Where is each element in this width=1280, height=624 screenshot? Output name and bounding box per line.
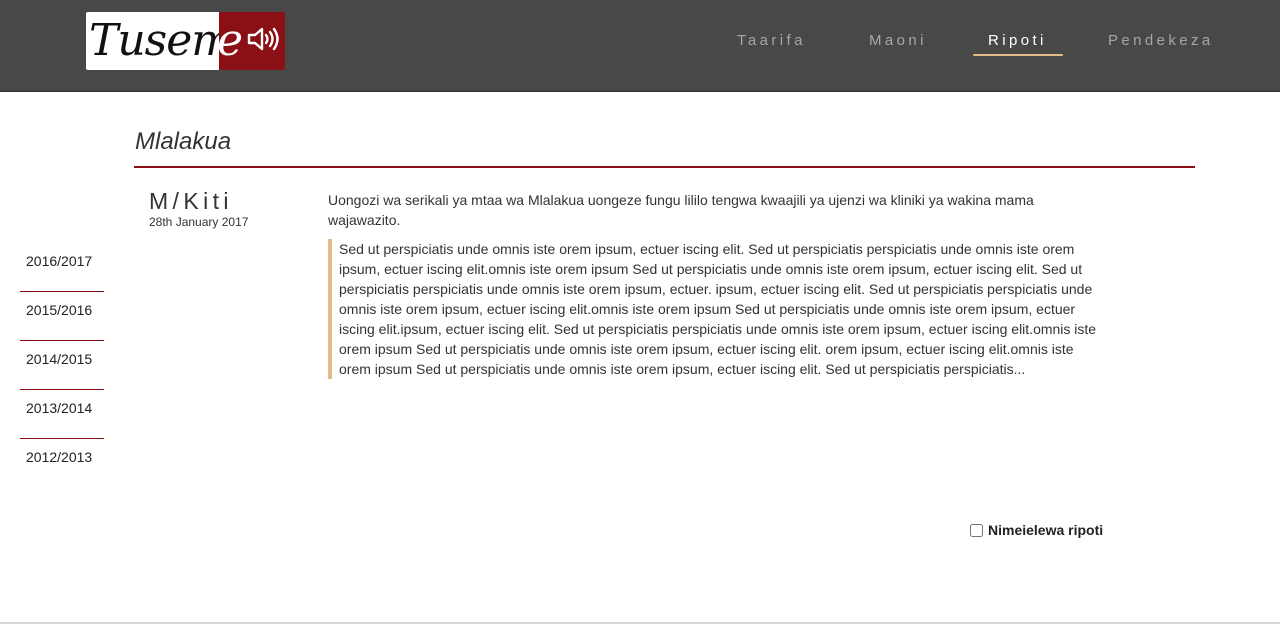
sidebar-item-2014-2015[interactable]: 2014/2015: [20, 342, 104, 390]
year-sidebar: 2016/2017 2015/2016 2014/2015 2013/2014 …: [20, 244, 104, 489]
nav-item-taarifa[interactable]: Taarifa: [737, 32, 806, 49]
report-author: M/Kiti: [149, 188, 233, 214]
speaker-icon: [246, 25, 280, 58]
report-date: 28th January 2017: [149, 215, 249, 229]
logo-right: e: [217, 12, 285, 70]
sidebar-item-2012-2013[interactable]: 2012/2013: [20, 440, 104, 488]
nav-item-maoni[interactable]: Maoni: [869, 32, 927, 49]
understood-label: Nimeielewa ripoti: [988, 522, 1104, 538]
nav-item-pendekeza[interactable]: Pendekeza: [1108, 32, 1214, 49]
top-header: Tusem e Taarifa Maoni Ripoti Pendekeza: [0, 0, 1280, 92]
site-logo[interactable]: Tusem e: [86, 12, 285, 70]
logo-text-accent: e: [217, 15, 244, 66]
report-summary: Uongozi wa serikali ya mtaa wa Mlalakua …: [328, 192, 1034, 228]
understood-checkbox[interactable]: [970, 523, 983, 537]
nav-active-indicator: [973, 54, 1063, 56]
title-divider: [134, 166, 1195, 168]
understood-report-confirm[interactable]: Nimeielewa ripoti: [970, 522, 1103, 538]
report-body-quote: Sed ut perspiciatis unde omnis iste orem…: [328, 239, 1098, 379]
sidebar-item-2016-2017[interactable]: 2016/2017: [20, 244, 104, 292]
logo-text: Tusem: [89, 15, 233, 66]
page-title: Mlalakua: [135, 128, 232, 155]
sidebar-item-2015-2016[interactable]: 2015/2016: [20, 293, 104, 341]
logo-left: Tusem: [86, 12, 233, 70]
sidebar-item-2013-2014[interactable]: 2013/2014: [20, 391, 104, 439]
nav-item-ripoti[interactable]: Ripoti: [988, 32, 1047, 49]
